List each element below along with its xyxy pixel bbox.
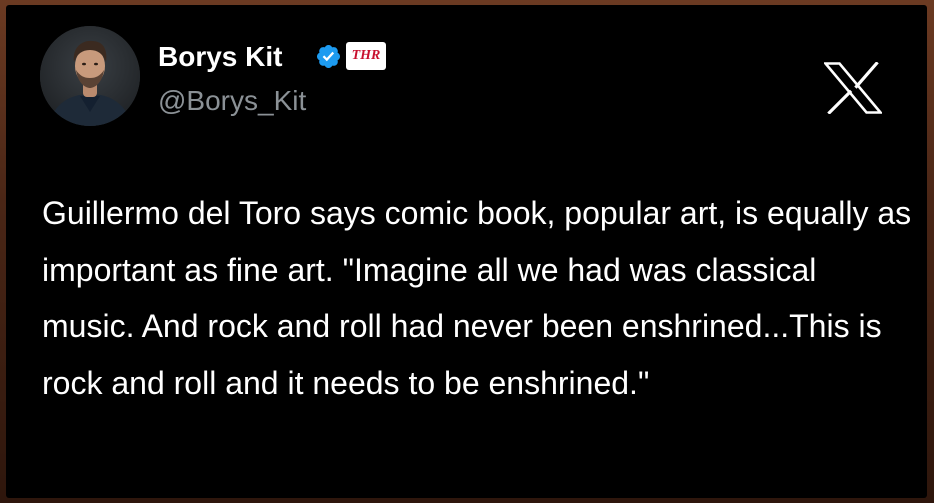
avatar[interactable]	[40, 26, 140, 126]
x-logo-icon[interactable]	[824, 62, 882, 114]
author-display-name[interactable]: Borys Kit	[158, 40, 282, 74]
screenshot-backdrop: Borys Kit THR @Borys_Kit Guillermo del T…	[0, 0, 934, 503]
verified-badge-icon	[316, 44, 341, 69]
affiliation-badge[interactable]: THR	[346, 42, 386, 70]
affiliation-badge-label: THR	[351, 48, 381, 63]
tweet-card: Borys Kit THR @Borys_Kit Guillermo del T…	[6, 5, 927, 498]
author-handle[interactable]: @Borys_Kit	[158, 84, 306, 118]
tweet-text: Guillermo del Toro says comic book, popu…	[42, 195, 912, 401]
avatar-photo	[40, 26, 140, 126]
